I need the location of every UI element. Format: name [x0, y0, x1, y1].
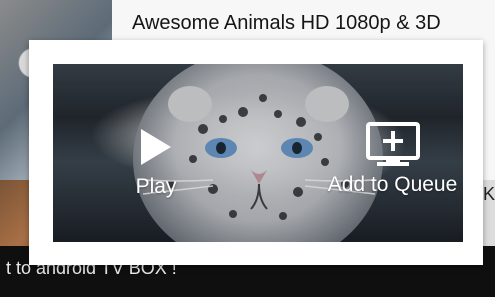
- video-preview: Play Add to Queue: [53, 64, 463, 242]
- video-options-dialog: Play Add to Queue: [29, 40, 483, 265]
- add-to-queue-icon: [365, 122, 420, 166]
- play-icon: [141, 129, 171, 165]
- add-to-queue-button[interactable]: Add to Queue: [315, 120, 463, 195]
- video-title: Awesome Animals HD 1080p & 3D: [132, 12, 441, 34]
- play-button[interactable]: Play: [130, 122, 182, 197]
- add-to-queue-label: Add to Queue: [327, 173, 458, 196]
- play-label: Play: [135, 175, 177, 198]
